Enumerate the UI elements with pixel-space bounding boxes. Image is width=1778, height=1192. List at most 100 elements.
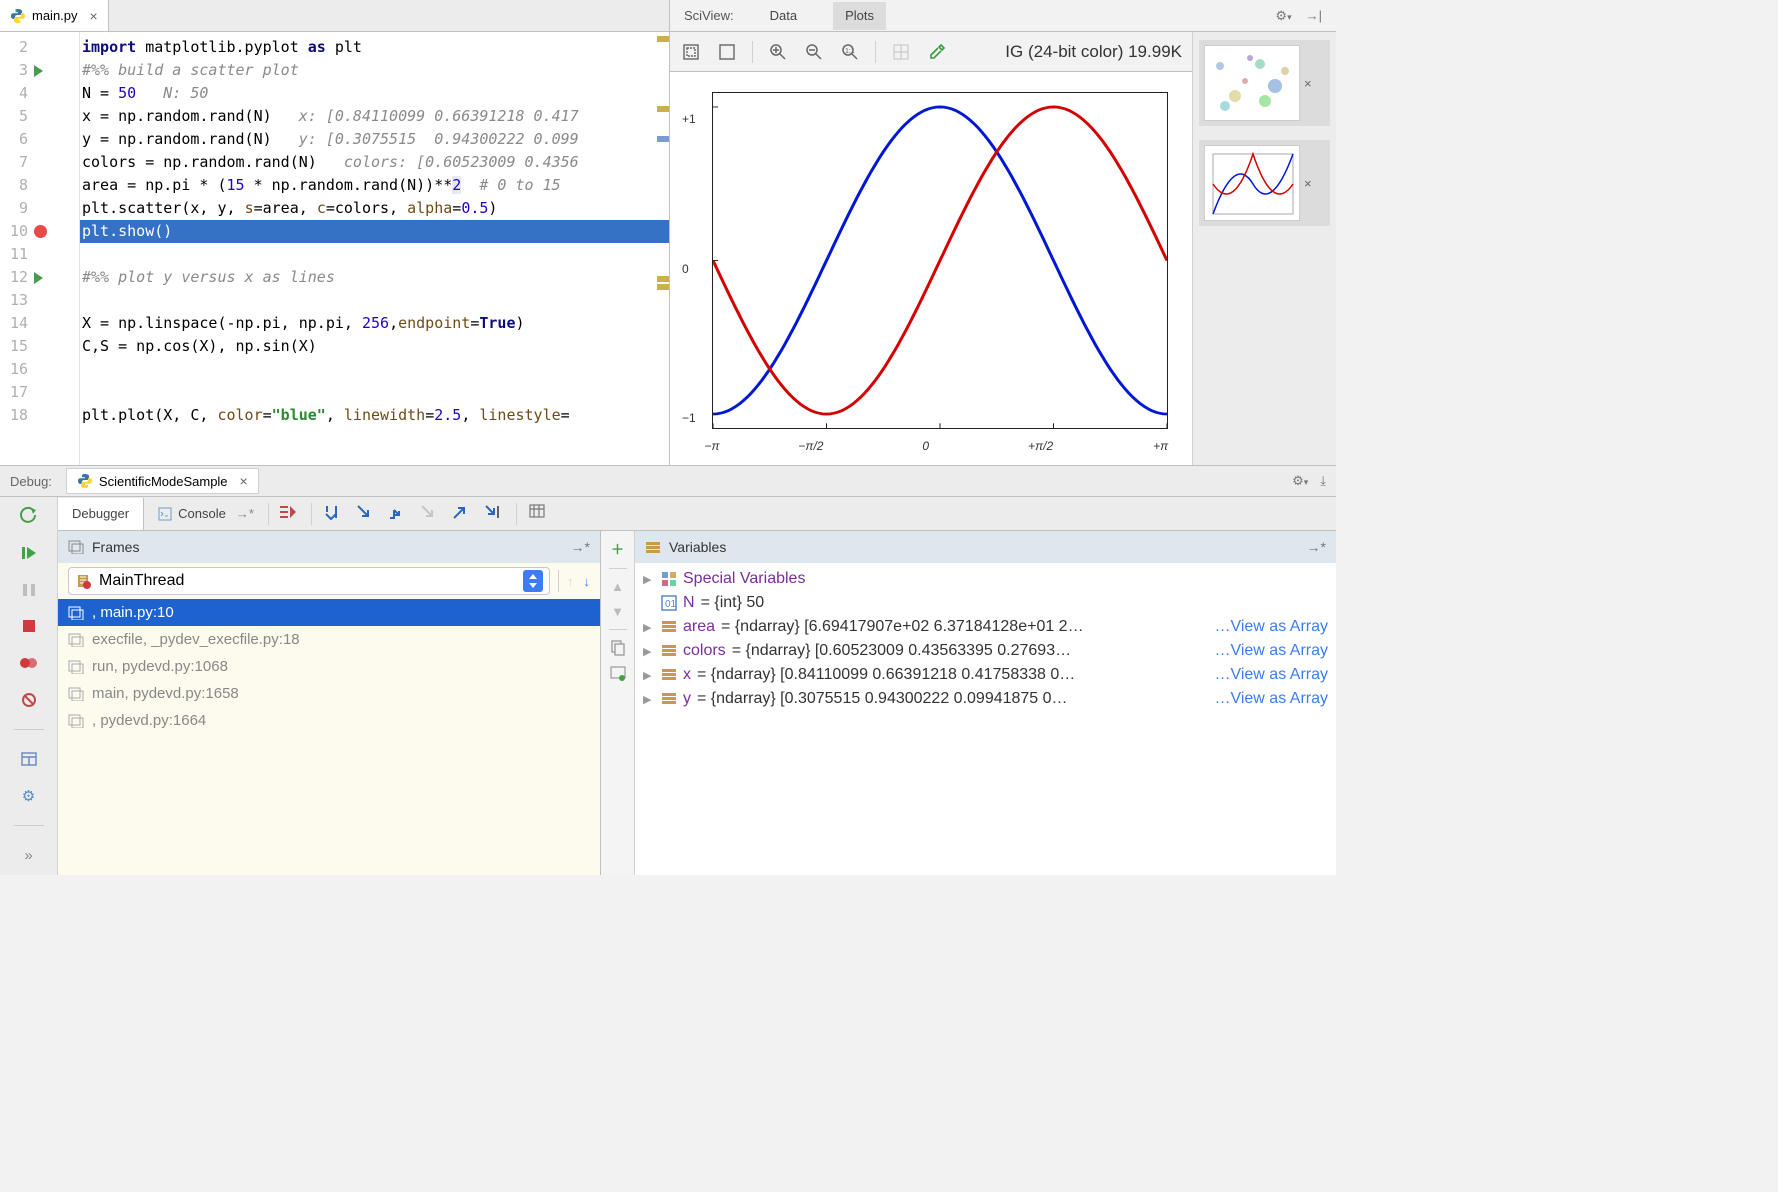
tab-data[interactable]: Data <box>758 2 809 30</box>
frame-tools: ＋ ▲ ▼ <box>601 531 635 875</box>
tab-plots[interactable]: Plots <box>833 2 886 30</box>
copy-icon[interactable] <box>611 640 625 656</box>
actual-size-icon[interactable] <box>716 41 738 63</box>
stack-frame[interactable]: run, pydevd.py:1068 <box>58 653 600 680</box>
plot-thumb-scatter[interactable]: × <box>1199 40 1330 126</box>
y-tick: −1 <box>682 411 696 425</box>
step-over-icon[interactable] <box>324 504 344 524</box>
svg-text:01: 01 <box>665 599 677 610</box>
variable-row[interactable]: ▶area = {ndarray} [6.69417907e+02 6.3718… <box>643 615 1328 639</box>
view-breakpoints-icon[interactable] <box>17 652 41 675</box>
evaluate-icon[interactable] <box>529 504 549 524</box>
variable-row[interactable]: 01N = {int} 50 <box>643 591 1328 615</box>
stop-icon[interactable] <box>17 615 41 638</box>
vars-title: Variables <box>669 539 726 555</box>
stack-frame[interactable]: , main.py:10 <box>58 599 600 626</box>
down-icon[interactable]: ▼ <box>611 604 624 619</box>
breakpoint-icon[interactable] <box>34 225 47 238</box>
settings-icon[interactable]: ⚙︎ <box>17 785 41 808</box>
sciview-panel: SciView: Data Plots ⚙︎▾ →| 1:1 <box>670 0 1336 465</box>
frames-icon <box>68 540 84 554</box>
stack-frame[interactable]: main, pydevd.py:1658 <box>58 680 600 707</box>
rerun-icon[interactable] <box>17 505 41 528</box>
show-exec-point-icon[interactable] <box>279 504 299 524</box>
close-icon[interactable]: × <box>90 8 98 24</box>
tab-debugger[interactable]: Debugger <box>58 498 144 530</box>
layout-icon[interactable] <box>17 748 41 771</box>
view-as-array-link[interactable]: …View as Array <box>1214 690 1328 708</box>
gear-icon[interactable]: ⚙︎▾ <box>1275 8 1291 24</box>
console-icon <box>158 507 172 521</box>
variable-row[interactable]: ▶colors = {ndarray} [0.60523009 0.435633… <box>643 639 1328 663</box>
plot-info: IG (24-bit color) 19.99K <box>1005 42 1182 62</box>
up-icon[interactable]: ▲ <box>611 579 624 594</box>
step-out-icon[interactable] <box>452 504 472 524</box>
debug-sidebar: ⚙︎ » <box>0 497 58 875</box>
force-step-into-icon[interactable] <box>420 504 440 524</box>
plot-thumb-lines[interactable]: × <box>1199 140 1330 226</box>
close-icon[interactable]: × <box>1304 176 1312 191</box>
eyedropper-icon[interactable] <box>926 41 948 63</box>
editor-scrollbar[interactable] <box>657 36 669 465</box>
editor-tabstrip: main.py × <box>0 0 669 32</box>
plot-thumbnails: × × <box>1192 32 1336 465</box>
frames-pane: Frames →* MainThread ↑ ↓ , main.py:10e <box>58 531 601 875</box>
sciview-title: SciView: <box>684 8 734 23</box>
add-watch-icon[interactable]: ＋ <box>611 539 624 558</box>
run-cell-icon[interactable] <box>34 272 43 284</box>
debug-header: Debug: ScientificModeSample × ⚙︎▾ ⤓ <box>0 465 1336 497</box>
variables-pane: Variables →* ▶Special Variables 01N = {i… <box>635 531 1336 875</box>
inspect-icon[interactable] <box>610 666 626 682</box>
popout-icon[interactable]: →* <box>1307 539 1326 555</box>
editor-tab-main-py[interactable]: main.py × <box>0 0 109 31</box>
popout-icon[interactable]: →* <box>571 539 590 555</box>
mute-breakpoints-icon[interactable] <box>17 688 41 711</box>
stack-frame[interactable]: execfile, _pydev_execfile.py:18 <box>58 626 600 653</box>
debug-config-name: ScientificModeSample <box>99 474 228 489</box>
editor-panel: main.py × 23456789101112131415161718 imp… <box>0 0 670 465</box>
download-icon[interactable]: ⤓ <box>1320 473 1326 489</box>
resume-icon[interactable] <box>17 542 41 565</box>
thread-icon <box>75 573 91 589</box>
python-file-icon <box>10 8 26 24</box>
zoom-out-icon[interactable] <box>803 41 825 63</box>
zoom-reset-icon[interactable]: 1:1 <box>839 41 861 63</box>
x-tick: 0 <box>922 439 929 453</box>
gear-icon[interactable]: ⚙︎▾ <box>1292 473 1308 489</box>
sciview-header: SciView: Data Plots ⚙︎▾ →| <box>670 0 1336 32</box>
zoom-in-icon[interactable] <box>767 41 789 63</box>
editor-tab-label: main.py <box>32 8 78 23</box>
thread-dropdown-icon[interactable] <box>523 570 543 592</box>
close-icon[interactable]: × <box>1304 76 1312 91</box>
pause-icon[interactable] <box>17 578 41 601</box>
variable-row[interactable]: ▶Special Variables <box>643 567 1328 591</box>
view-as-array-link[interactable]: …View as Array <box>1214 642 1328 660</box>
x-tick: +π <box>1153 439 1168 453</box>
run-to-cursor-icon[interactable] <box>484 504 504 524</box>
frames-title: Frames <box>92 539 139 555</box>
code-editor[interactable]: 23456789101112131415161718 import matplo… <box>0 32 669 465</box>
variable-row[interactable]: ▶x = {ndarray} [0.84110099 0.66391218 0.… <box>643 663 1328 687</box>
view-as-array-link[interactable]: …View as Array <box>1214 618 1328 636</box>
prev-frame-icon[interactable]: ↑ <box>567 574 574 589</box>
plot-canvas[interactable]: +1 0 −1 −π −π/2 0 +π/2 +π <box>670 72 1192 465</box>
python-run-icon <box>77 473 93 489</box>
next-frame-icon[interactable]: ↓ <box>584 574 591 589</box>
y-tick: +1 <box>682 112 696 126</box>
close-icon[interactable]: × <box>240 473 248 489</box>
grid-icon[interactable] <box>890 41 912 63</box>
stack-frame[interactable]: , pydevd.py:1664 <box>58 707 600 734</box>
view-as-array-link[interactable]: …View as Array <box>1214 666 1328 684</box>
step-into-icon[interactable] <box>356 504 376 524</box>
thread-selector[interactable]: MainThread <box>68 567 550 595</box>
step-into-my-code-icon[interactable] <box>388 504 408 524</box>
run-cell-icon[interactable] <box>34 65 43 77</box>
debug-label: Debug: <box>10 474 52 489</box>
popout-icon[interactable]: →| <box>1306 8 1322 24</box>
variable-row[interactable]: ▶y = {ndarray} [0.3075515 0.94300222 0.0… <box>643 687 1328 711</box>
more-icon[interactable]: » <box>17 844 41 867</box>
tab-console[interactable]: Console →* <box>144 498 268 530</box>
debug-config-tab[interactable]: ScientificModeSample × <box>66 468 259 494</box>
debugger-tabstrip: Debugger Console →* <box>58 497 1336 531</box>
fit-screen-icon[interactable] <box>680 41 702 63</box>
